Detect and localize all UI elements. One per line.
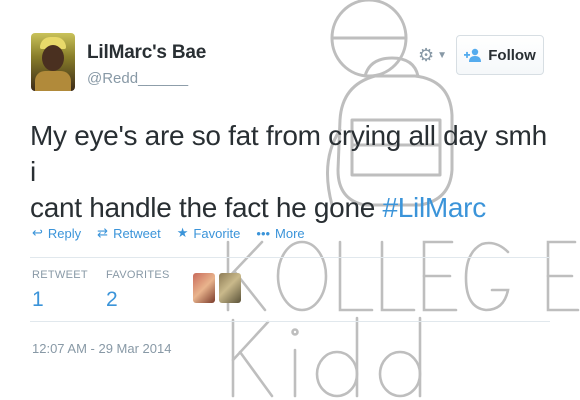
hashtag-link[interactable]: #LilMarc (382, 192, 486, 223)
favoriter-avatar[interactable] (219, 273, 241, 303)
stats-top-divider (30, 257, 550, 258)
person-add-icon (464, 48, 482, 62)
favorite-label: Favorite (193, 225, 241, 241)
more-button[interactable]: ••• More (256, 226, 304, 241)
retweet-label: Retweet (113, 225, 161, 241)
user-actions-menu[interactable]: ⚙ ▼ (418, 45, 452, 65)
user-avatar[interactable] (31, 33, 75, 91)
stats-bottom-divider (30, 321, 550, 322)
favorites-count[interactable]: 2 (106, 288, 118, 312)
tweet-text-line2-body: cant handle the fact he gone (30, 192, 383, 223)
retweet-count[interactable]: 1 (32, 288, 44, 312)
reply-icon: ↩ (32, 225, 43, 240)
retweet-button[interactable]: ⇄ Retweet (97, 225, 161, 241)
tweet-text-line1: My eye's are so fat from crying all day … (30, 120, 547, 187)
tweet-actions: ↩ Reply ⇄ Retweet ★ Favorite ••• More (32, 224, 305, 242)
favoriter-avatars (193, 273, 241, 303)
more-label: More (275, 225, 305, 241)
reply-label: Reply (47, 225, 82, 241)
retweet-stat-label: RETWEET (32, 269, 88, 281)
avatar-body (35, 71, 71, 91)
screen-name[interactable]: @Redd______ (87, 70, 188, 87)
favorites-stat-label: FAVORITES (106, 269, 170, 281)
follow-label: Follow (488, 46, 536, 64)
favoriter-avatar[interactable] (193, 273, 215, 303)
tweet-text-line2: cant handle the fact he gone #LilMarc (30, 190, 550, 226)
chevron-down-icon: ▼ (437, 49, 448, 61)
tweet-timestamp[interactable]: 12:07 AM - 29 Mar 2014 (32, 341, 171, 356)
follow-button[interactable]: Follow (456, 35, 544, 75)
display-name[interactable]: LilMarc's Bae (87, 42, 206, 64)
star-icon: ★ (176, 225, 189, 240)
retweet-icon: ⇄ (97, 225, 109, 240)
gear-icon: ⚙ (418, 44, 435, 65)
reply-button[interactable]: ↩ Reply (32, 225, 81, 241)
more-dots-icon: ••• (256, 225, 271, 241)
favorite-button[interactable]: ★ Favorite (177, 225, 241, 241)
tweet-text: My eye's are so fat from crying all day … (30, 118, 550, 226)
avatar-face (42, 45, 64, 71)
